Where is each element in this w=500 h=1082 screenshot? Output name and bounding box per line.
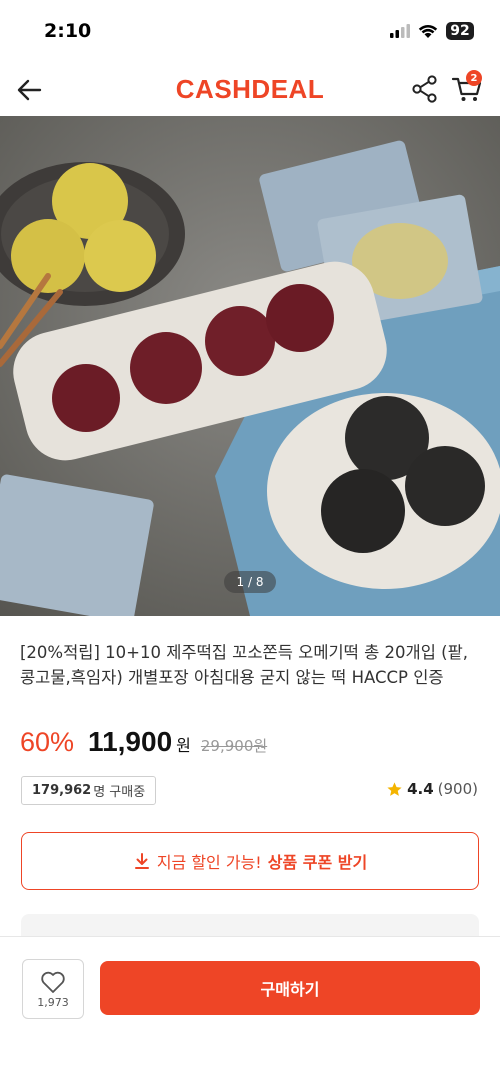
product-title: [20%적립] 10+10 제주떡집 꼬소쫀득 오메기떡 총 20개입 (팥,콩… bbox=[20, 643, 468, 687]
buyers-suffix: 명 구매중 bbox=[93, 785, 146, 800]
brand-logo[interactable]: CASHDEAL bbox=[176, 74, 324, 105]
status-time: 2:10 bbox=[44, 20, 92, 42]
cart-count-badge: 2 bbox=[466, 70, 482, 86]
share-icon[interactable] bbox=[410, 74, 440, 104]
star-icon bbox=[387, 781, 402, 796]
status-indicators: 92 bbox=[390, 22, 474, 40]
battery-indicator: 92 bbox=[446, 22, 474, 40]
cellular-signal-icon bbox=[390, 24, 410, 38]
product-rating[interactable]: 4.4 (900) bbox=[386, 780, 478, 798]
coupon-label: 상품 쿠폰 받기 bbox=[267, 853, 368, 872]
review-count: (900) bbox=[437, 780, 478, 798]
product-image[interactable] bbox=[0, 116, 500, 616]
buyers-count: 179,962 bbox=[32, 783, 92, 798]
coupon-download-button[interactable]: 지금 할인 가능! 상품 쿠폰 받기 bbox=[21, 832, 479, 890]
rating-score: 4.4 bbox=[407, 780, 434, 798]
download-icon bbox=[134, 853, 149, 869]
buy-button[interactable]: 구매하기 bbox=[100, 961, 480, 1015]
currency-label: 원 bbox=[176, 736, 191, 755]
coupon-prefix: 지금 할인 가능! bbox=[156, 853, 262, 872]
like-count: 1,973 bbox=[37, 995, 69, 1009]
bottom-action-bar: 1,973 구매하기 bbox=[0, 936, 500, 1082]
status-bar: 2:10 92 bbox=[0, 0, 500, 62]
arrow-left-icon[interactable] bbox=[14, 74, 46, 106]
buyers-count-badge: 179,962 명 구매중 bbox=[21, 776, 157, 805]
like-button[interactable]: 1,973 bbox=[22, 959, 84, 1019]
wifi-icon bbox=[418, 24, 438, 38]
price-row: 60% 11,900 원 29,900원 bbox=[20, 726, 267, 762]
heart-icon bbox=[41, 971, 65, 993]
discount-rate: 60% bbox=[20, 727, 75, 757]
sale-price: 11,900 bbox=[88, 726, 173, 757]
original-price: 29,900원 bbox=[200, 737, 268, 755]
app-header: CASHDEAL bbox=[0, 62, 500, 116]
image-counter: 1 / 8 bbox=[224, 571, 276, 593]
